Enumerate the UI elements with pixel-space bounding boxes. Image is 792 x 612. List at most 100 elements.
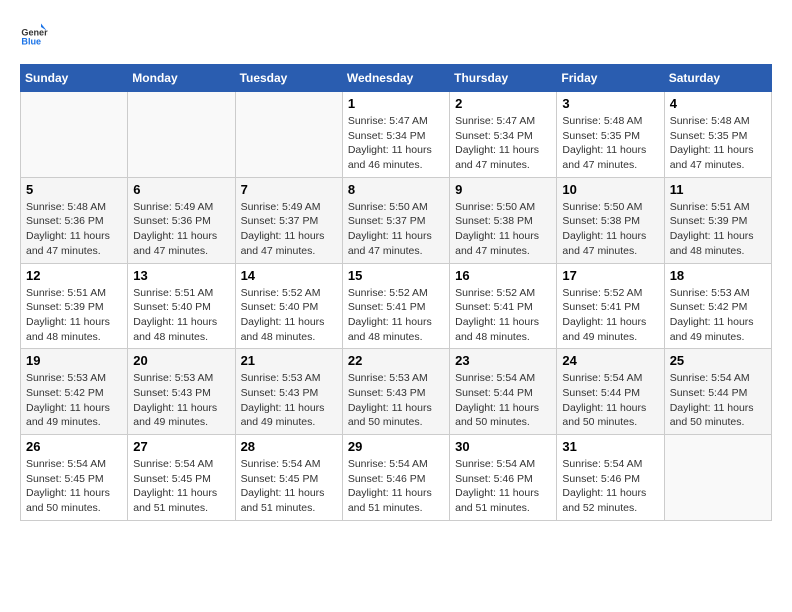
calendar-cell: 28 Sunrise: 5:54 AM Sunset: 5:45 PM Dayli… <box>235 435 342 521</box>
day-number: 13 <box>133 268 229 283</box>
calendar-cell: 23 Sunrise: 5:54 AM Sunset: 5:44 PM Dayli… <box>450 349 557 435</box>
day-info: Sunrise: 5:54 AM Sunset: 5:46 PM Dayligh… <box>455 457 551 516</box>
calendar-cell: 5Sunrise: 5:48 AM Sunset: 5:36 PM Daylig… <box>21 177 128 263</box>
calendar-cell: 8 Sunrise: 5:50 AM Sunset: 5:37 PM Daylig… <box>342 177 449 263</box>
calendar-cell: 7 Sunrise: 5:49 AM Sunset: 5:37 PM Daylig… <box>235 177 342 263</box>
svg-text:Blue: Blue <box>21 37 41 47</box>
calendar-cell: 27 Sunrise: 5:54 AM Sunset: 5:45 PM Dayli… <box>128 435 235 521</box>
calendar-cell: 18 Sunrise: 5:53 AM Sunset: 5:42 PM Dayli… <box>664 263 771 349</box>
calendar-cell: 29 Sunrise: 5:54 AM Sunset: 5:46 PM Dayli… <box>342 435 449 521</box>
day-number: 25 <box>670 353 766 368</box>
day-info: Sunrise: 5:52 AM Sunset: 5:41 PM Dayligh… <box>562 286 658 345</box>
day-info: Sunrise: 5:52 AM Sunset: 5:40 PM Dayligh… <box>241 286 337 345</box>
calendar-cell: 21 Sunrise: 5:53 AM Sunset: 5:43 PM Dayli… <box>235 349 342 435</box>
day-info: Sunrise: 5:53 AM Sunset: 5:43 PM Dayligh… <box>241 371 337 430</box>
calendar-cell <box>235 92 342 178</box>
calendar-week-3: 12 Sunrise: 5:51 AM Sunset: 5:39 PM Dayli… <box>21 263 772 349</box>
day-number: 12 <box>26 268 122 283</box>
weekday-header-friday: Friday <box>557 65 664 92</box>
calendar-cell <box>21 92 128 178</box>
day-number: 6 <box>133 182 229 197</box>
day-number: 8 <box>348 182 444 197</box>
calendar-week-4: 19 Sunrise: 5:53 AM Sunset: 5:42 PM Dayli… <box>21 349 772 435</box>
day-info: Sunrise: 5:51 AM Sunset: 5:39 PM Dayligh… <box>670 200 766 259</box>
day-number: 10 <box>562 182 658 197</box>
calendar-cell: 12 Sunrise: 5:51 AM Sunset: 5:39 PM Dayli… <box>21 263 128 349</box>
calendar-cell: 31Sunrise: 5:54 AM Sunset: 5:46 PM Dayli… <box>557 435 664 521</box>
day-number: 24 <box>562 353 658 368</box>
calendar-cell: 6 Sunrise: 5:49 AM Sunset: 5:36 PM Daylig… <box>128 177 235 263</box>
day-number: 15 <box>348 268 444 283</box>
day-number: 21 <box>241 353 337 368</box>
day-info: Sunrise: 5:54 AM Sunset: 5:44 PM Dayligh… <box>455 371 551 430</box>
day-number: 19 <box>26 353 122 368</box>
day-info: Sunrise: 5:54 AM Sunset: 5:45 PM Dayligh… <box>133 457 229 516</box>
day-number: 28 <box>241 439 337 454</box>
calendar-cell <box>128 92 235 178</box>
weekday-header-monday: Monday <box>128 65 235 92</box>
day-number: 30 <box>455 439 551 454</box>
logo: General Blue <box>20 20 48 48</box>
day-info: Sunrise: 5:54 AM Sunset: 5:44 PM Dayligh… <box>562 371 658 430</box>
day-number: 23 <box>455 353 551 368</box>
day-number: 31 <box>562 439 658 454</box>
page-header: General Blue <box>20 20 772 48</box>
day-info: Sunrise: 5:52 AM Sunset: 5:41 PM Dayligh… <box>455 286 551 345</box>
day-number: 11 <box>670 182 766 197</box>
day-number: 7 <box>241 182 337 197</box>
day-info: Sunrise: 5:53 AM Sunset: 5:42 PM Dayligh… <box>26 371 122 430</box>
weekday-header-wednesday: Wednesday <box>342 65 449 92</box>
day-info: Sunrise: 5:49 AM Sunset: 5:36 PM Dayligh… <box>133 200 229 259</box>
day-info: Sunrise: 5:54 AM Sunset: 5:45 PM Dayligh… <box>241 457 337 516</box>
weekday-header-thursday: Thursday <box>450 65 557 92</box>
calendar-cell: 16 Sunrise: 5:52 AM Sunset: 5:41 PM Dayli… <box>450 263 557 349</box>
day-number: 29 <box>348 439 444 454</box>
calendar-cell: 25 Sunrise: 5:54 AM Sunset: 5:44 PM Dayli… <box>664 349 771 435</box>
day-number: 27 <box>133 439 229 454</box>
calendar-cell <box>664 435 771 521</box>
calendar-cell: 1 Sunrise: 5:47 AM Sunset: 5:34 PM Daylig… <box>342 92 449 178</box>
day-info: Sunrise: 5:50 AM Sunset: 5:38 PM Dayligh… <box>562 200 658 259</box>
day-number: 5 <box>26 182 122 197</box>
calendar-cell: 20Sunrise: 5:53 AM Sunset: 5:43 PM Dayli… <box>128 349 235 435</box>
calendar-cell: 30 Sunrise: 5:54 AM Sunset: 5:46 PM Dayli… <box>450 435 557 521</box>
day-info: Sunrise: 5:48 AM Sunset: 5:35 PM Dayligh… <box>562 114 658 173</box>
day-info: Sunrise: 5:50 AM Sunset: 5:38 PM Dayligh… <box>455 200 551 259</box>
day-info: Sunrise: 5:49 AM Sunset: 5:37 PM Dayligh… <box>241 200 337 259</box>
day-number: 14 <box>241 268 337 283</box>
day-number: 9 <box>455 182 551 197</box>
day-info: Sunrise: 5:53 AM Sunset: 5:43 PM Dayligh… <box>348 371 444 430</box>
day-info: Sunrise: 5:53 AM Sunset: 5:42 PM Dayligh… <box>670 286 766 345</box>
logo-icon: General Blue <box>20 20 48 48</box>
weekday-header-sunday: Sunday <box>21 65 128 92</box>
calendar-week-2: 5Sunrise: 5:48 AM Sunset: 5:36 PM Daylig… <box>21 177 772 263</box>
day-info: Sunrise: 5:54 AM Sunset: 5:44 PM Dayligh… <box>670 371 766 430</box>
day-number: 2 <box>455 96 551 111</box>
day-number: 1 <box>348 96 444 111</box>
day-info: Sunrise: 5:54 AM Sunset: 5:46 PM Dayligh… <box>348 457 444 516</box>
calendar-cell: 10 Sunrise: 5:50 AM Sunset: 5:38 PM Dayli… <box>557 177 664 263</box>
calendar-week-5: 26Sunrise: 5:54 AM Sunset: 5:45 PM Dayli… <box>21 435 772 521</box>
day-number: 18 <box>670 268 766 283</box>
calendar-cell: 15 Sunrise: 5:52 AM Sunset: 5:41 PM Dayli… <box>342 263 449 349</box>
calendar-cell: 24 Sunrise: 5:54 AM Sunset: 5:44 PM Dayli… <box>557 349 664 435</box>
calendar-table: SundayMondayTuesdayWednesdayThursdayFrid… <box>20 64 772 521</box>
weekday-header-saturday: Saturday <box>664 65 771 92</box>
weekday-header-tuesday: Tuesday <box>235 65 342 92</box>
calendar-cell: 14 Sunrise: 5:52 AM Sunset: 5:40 PM Dayli… <box>235 263 342 349</box>
day-info: Sunrise: 5:48 AM Sunset: 5:35 PM Dayligh… <box>670 114 766 173</box>
day-number: 16 <box>455 268 551 283</box>
calendar-cell: 17Sunrise: 5:52 AM Sunset: 5:41 PM Dayli… <box>557 263 664 349</box>
day-info: Sunrise: 5:50 AM Sunset: 5:37 PM Dayligh… <box>348 200 444 259</box>
calendar-cell: 11 Sunrise: 5:51 AM Sunset: 5:39 PM Dayli… <box>664 177 771 263</box>
day-info: Sunrise: 5:53 AM Sunset: 5:43 PM Dayligh… <box>133 371 229 430</box>
day-info: Sunrise: 5:52 AM Sunset: 5:41 PM Dayligh… <box>348 286 444 345</box>
day-info: Sunrise: 5:51 AM Sunset: 5:39 PM Dayligh… <box>26 286 122 345</box>
day-info: Sunrise: 5:47 AM Sunset: 5:34 PM Dayligh… <box>348 114 444 173</box>
calendar-cell: 4Sunrise: 5:48 AM Sunset: 5:35 PM Daylig… <box>664 92 771 178</box>
calendar-cell: 19 Sunrise: 5:53 AM Sunset: 5:42 PM Dayli… <box>21 349 128 435</box>
calendar-cell: 9 Sunrise: 5:50 AM Sunset: 5:38 PM Daylig… <box>450 177 557 263</box>
day-number: 3 <box>562 96 658 111</box>
calendar-week-1: 1 Sunrise: 5:47 AM Sunset: 5:34 PM Daylig… <box>21 92 772 178</box>
day-info: Sunrise: 5:51 AM Sunset: 5:40 PM Dayligh… <box>133 286 229 345</box>
